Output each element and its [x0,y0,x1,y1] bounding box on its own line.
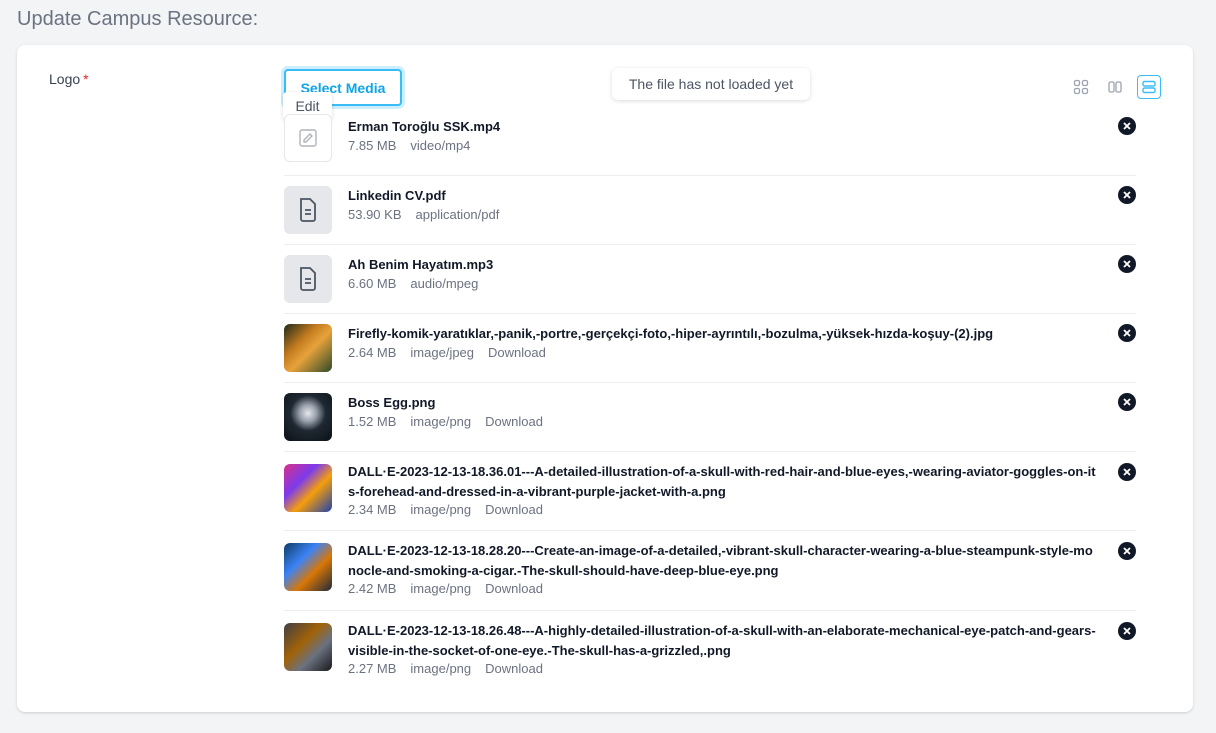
form-card: Logo * Select Media Edit The file has not… [17,45,1193,712]
image-thumb [284,543,332,591]
columns-view-button[interactable] [1103,75,1127,99]
file-info: DALL·E-2023-12-13-18.28.20---Create-an-i… [348,541,1100,596]
remove-file-button[interactable] [1118,117,1136,135]
file-meta: 2.27 MB image/png Download [348,661,1100,676]
file-meta: 6.60 MB audio/mpeg [348,276,1100,291]
file-row: Linkedin CV.pdf 53.90 KB application/pdf [284,176,1136,245]
file-name: DALL·E-2023-12-13-18.28.20---Create-an-i… [348,543,1093,578]
download-link[interactable]: Download [485,502,543,517]
file-meta: 2.42 MB image/png Download [348,581,1100,596]
file-type: image/png [410,502,472,517]
list-view-button[interactable] [1137,75,1161,99]
remove-file-button[interactable] [1118,186,1136,204]
document-icon [284,255,332,303]
video-icon [284,114,332,162]
file-list: Erman Toroğlu SSK.mp4 7.85 MB video/mp4 L… [284,107,1136,691]
file-meta: 2.34 MB image/png Download [348,502,1100,517]
file-row: DALL·E-2023-12-13-18.36.01---A-detailed-… [284,452,1136,531]
file-info: DALL·E-2023-12-13-18.26.48---A-highly-de… [348,621,1100,676]
file-meta: 1.52 MB image/png Download [348,414,1100,429]
close-icon [1123,260,1131,268]
file-size: 1.52 MB [348,413,397,429]
file-name: DALL·E-2023-12-13-18.26.48---A-highly-de… [348,623,1096,658]
file-name: DALL·E-2023-12-13-18.36.01---A-detailed-… [348,464,1096,499]
file-type: image/png [410,661,472,676]
close-icon [1123,468,1131,476]
file-name: Linkedin CV.pdf [348,188,446,203]
file-meta: 7.85 MB video/mp4 [348,138,1100,153]
file-meta: 53.90 KB application/pdf [348,207,1100,222]
file-name: Firefly-komik-yaratıklar,-panik,-portre,… [348,326,994,341]
remove-file-button[interactable] [1118,255,1136,273]
file-type: image/jpeg [410,344,475,360]
file-name: Ah Benim Hayatım.mp3 [348,257,494,272]
download-link[interactable]: Download [485,581,543,596]
file-info: DALL·E-2023-12-13-18.36.01---A-detailed-… [348,462,1100,517]
file-info: Firefly-komik-yaratıklar,-panik,-portre,… [348,324,1100,360]
file-type: audio/mpeg [410,275,479,291]
close-icon [1123,122,1131,130]
list-view-icon [1142,80,1156,94]
file-size: 2.64 MB [348,344,397,360]
file-type: image/png [410,413,472,429]
close-icon [1123,627,1131,635]
file-info: Ah Benim Hayatım.mp3 6.60 MB audio/mpeg [348,255,1100,291]
file-row: DALL·E-2023-12-13-18.26.48---A-highly-de… [284,611,1136,691]
file-not-loaded-toast: The file has not loaded yet [612,68,810,100]
image-thumb [284,393,332,441]
required-mark: * [83,71,89,87]
field-label: Logo * [49,71,89,87]
grid-view-button[interactable] [1069,75,1093,99]
file-row: Ah Benim Hayatım.mp3 6.60 MB audio/mpeg [284,245,1136,314]
download-link[interactable]: Download [485,661,543,676]
close-icon [1123,191,1131,199]
file-size: 2.42 MB [348,581,397,596]
download-link[interactable]: Download [488,345,546,360]
image-thumb [284,623,332,671]
file-size: 6.60 MB [348,275,397,291]
document-icon [284,186,332,234]
file-info: Linkedin CV.pdf 53.90 KB application/pdf [348,186,1100,222]
file-row: Boss Egg.png 1.52 MB image/png Download [284,383,1136,452]
remove-file-button[interactable] [1118,324,1136,342]
remove-file-button[interactable] [1118,393,1136,411]
file-info: Boss Egg.png 1.52 MB image/png Download [348,393,1100,429]
download-link[interactable]: Download [485,414,543,429]
file-size: 7.85 MB [348,137,397,153]
file-info: Erman Toroğlu SSK.mp4 7.85 MB video/mp4 [348,117,1100,153]
file-name: Boss Egg.png [348,395,436,410]
columns-view-icon [1108,81,1122,93]
remove-file-button[interactable] [1118,463,1136,481]
file-meta: 2.64 MB image/jpeg Download [348,345,1100,360]
file-row: DALL·E-2023-12-13-18.28.20---Create-an-i… [284,531,1136,611]
grid-view-icon [1073,79,1089,95]
image-thumb [284,464,332,512]
file-size: 53.90 KB [348,206,402,222]
file-row: Firefly-komik-yaratıklar,-panik,-portre,… [284,314,1136,383]
file-type: video/mp4 [410,137,471,153]
file-row: Erman Toroğlu SSK.mp4 7.85 MB video/mp4 [284,107,1136,176]
file-name: Erman Toroğlu SSK.mp4 [348,119,501,134]
file-type: image/png [410,581,472,596]
page-title: Update Campus Resource: [17,8,259,30]
close-icon [1123,398,1131,406]
remove-file-button[interactable] [1118,622,1136,640]
image-thumb [284,324,332,372]
remove-file-button[interactable] [1118,542,1136,560]
file-type: application/pdf [415,206,500,222]
file-size: 2.34 MB [348,502,397,517]
field-label-text: Logo [49,71,81,87]
close-icon [1123,547,1131,555]
close-icon [1123,329,1131,337]
file-size: 2.27 MB [348,661,397,676]
